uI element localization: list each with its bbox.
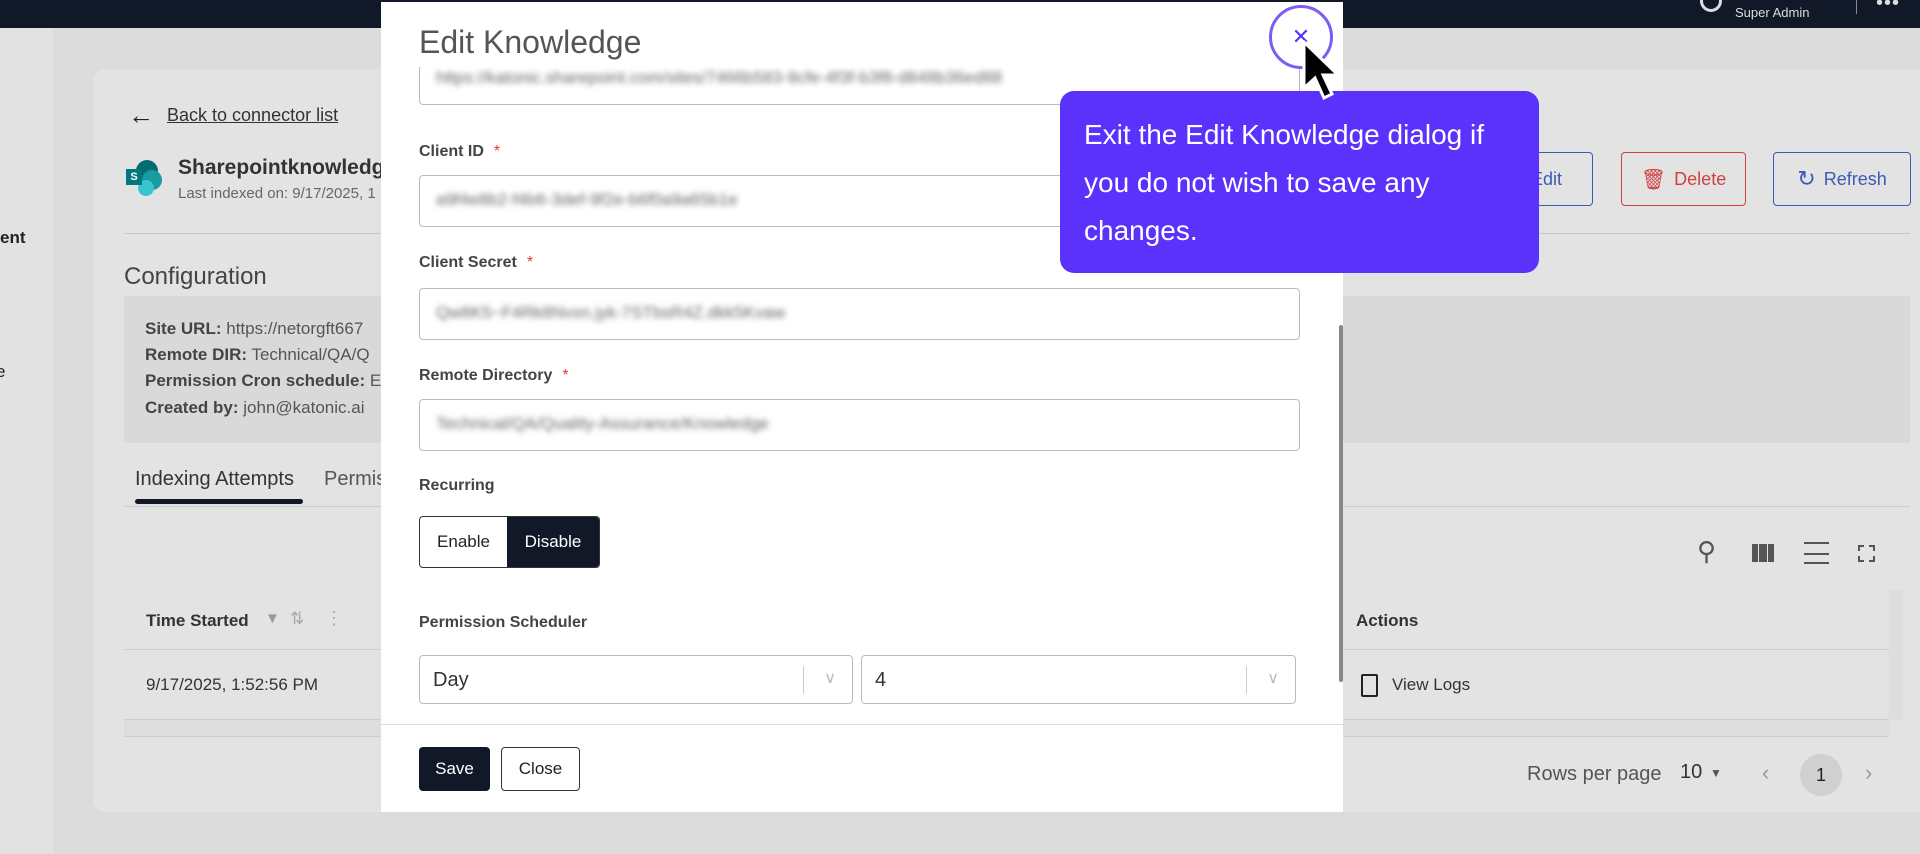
disable-option[interactable]: Disable [507,517,599,567]
user-avatar-icon[interactable] [1700,0,1722,12]
rows-per-page-label: Rows per page [1527,763,1662,785]
back-link[interactable]: Back to connector list [167,105,338,126]
density-icon[interactable] [1804,542,1829,564]
tooltip-text: Exit the Edit Knowledge dialog if you do… [1084,119,1485,246]
column-header-actions: Actions [1356,611,1419,630]
client-id-value: a9f4e8b2-f4b6-3def-9f2e-b6f0a9a65b1e [436,190,738,209]
page-1-button[interactable]: 1 [1800,754,1842,796]
prev-page-icon[interactable]: ‹ [1762,760,1769,786]
divider [381,724,1343,725]
tooltip: Exit the Edit Knowledge dialog if you do… [1060,91,1539,273]
tab-permissions[interactable]: Permis [324,468,386,491]
tab-indexing-attempts[interactable]: Indexing Attempts [135,468,294,491]
search-icon[interactable]: ⚲ [1697,536,1716,567]
permission-scheduler-label: Permission Scheduler [419,614,588,631]
config-site-url: Site URL: https://netorgft667 [145,319,364,338]
close-button[interactable]: Close [501,747,580,791]
last-indexed: Last indexed on: 9/17/2025, 1 [178,185,376,202]
client-secret-label: Client Secret * [419,254,534,271]
page-number: 1 [1815,765,1826,785]
refresh-icon: ↻ [1797,166,1816,191]
back-arrow-icon[interactable]: ← [128,100,154,131]
config-created-by: Created by: john@katonic.ai [145,398,365,417]
sharepoint-logo-icon: S [126,160,164,198]
site-url-value: https://katonic.sharepoint.com/sites/746… [436,68,1003,87]
user-role: Super Admin [1735,5,1810,20]
fullscreen-icon[interactable] [1858,545,1875,562]
scheduler-unit-select[interactable]: Day ∨ [419,655,853,704]
column-menu-icon[interactable]: ⋮ [325,608,343,629]
sidebar-item[interactable]: ent [0,228,26,248]
remote-directory-value: Technical/QA/Quality-Assurance/Knowledge [436,414,769,433]
scheduler-value: 4 [875,669,887,691]
more-dots-icon[interactable]: ••• [1876,0,1900,15]
mouse-cursor-icon [1302,40,1342,101]
client-secret-value: Qw8K5~F4Rk8Nvxn.jyk-7STbsR4Z.dkk5Kvaw [436,303,786,322]
client-id-label: Client ID * [419,143,501,160]
next-page-icon[interactable]: › [1865,760,1872,786]
rows-per-page-select[interactable]: 10 [1680,761,1702,784]
document-icon[interactable] [1361,674,1378,697]
refresh-button[interactable]: ↻ Refresh [1773,152,1911,206]
remote-directory-field[interactable]: Technical/QA/Quality-Assurance/Knowledge [419,399,1300,451]
divider [1856,0,1857,14]
refresh-label: Refresh [1823,168,1887,189]
dialog-scrollbar[interactable] [1339,325,1343,682]
save-button[interactable]: Save [419,747,490,791]
dialog-title: Edit Knowledge [419,24,642,60]
delete-button[interactable]: 🗑 Delete [1621,152,1746,206]
configuration-heading: Configuration [124,263,267,290]
scheduler-unit-value: Day [433,669,469,691]
config-cron: Permission Cron schedule: E [145,371,382,390]
recurring-toggle: Enable Disable [419,516,600,568]
delete-label: Delete [1674,168,1727,189]
tab-underline [135,499,303,504]
connector-name: Sharepointknowledge [178,156,397,179]
sidebar: ent e [0,28,53,854]
sort-icon[interactable]: ⇅ [290,609,304,629]
view-logs-link[interactable]: View Logs [1392,675,1470,695]
enable-option[interactable]: Enable [420,517,507,567]
sidebar-item[interactable]: e [0,362,5,382]
time-started-cell: 9/17/2025, 1:52:56 PM [146,675,319,694]
recurring-label: Recurring [419,477,495,494]
dropdown-arrow-icon[interactable]: ▼ [1710,766,1722,780]
remote-directory-label: Remote Directory * [419,367,569,384]
column-header-time-started[interactable]: Time Started [146,611,249,631]
client-secret-field[interactable]: Qw8K5~F4Rk8Nvxn.jyk-7STbsR4Z.dkk5Kvaw [419,288,1300,340]
trash-icon: 🗑 [1640,168,1667,191]
config-remote-dir: Remote DIR: Technical/QA/Q [145,345,370,364]
scheduler-value-select[interactable]: 4 ∨ [861,655,1296,704]
filter-icon[interactable]: ▼ [265,610,280,627]
columns-icon[interactable] [1752,544,1774,562]
vertical-scrollbar[interactable] [1889,590,1903,720]
chevron-down-icon: ∨ [824,670,836,687]
chevron-down-icon: ∨ [1267,670,1279,687]
